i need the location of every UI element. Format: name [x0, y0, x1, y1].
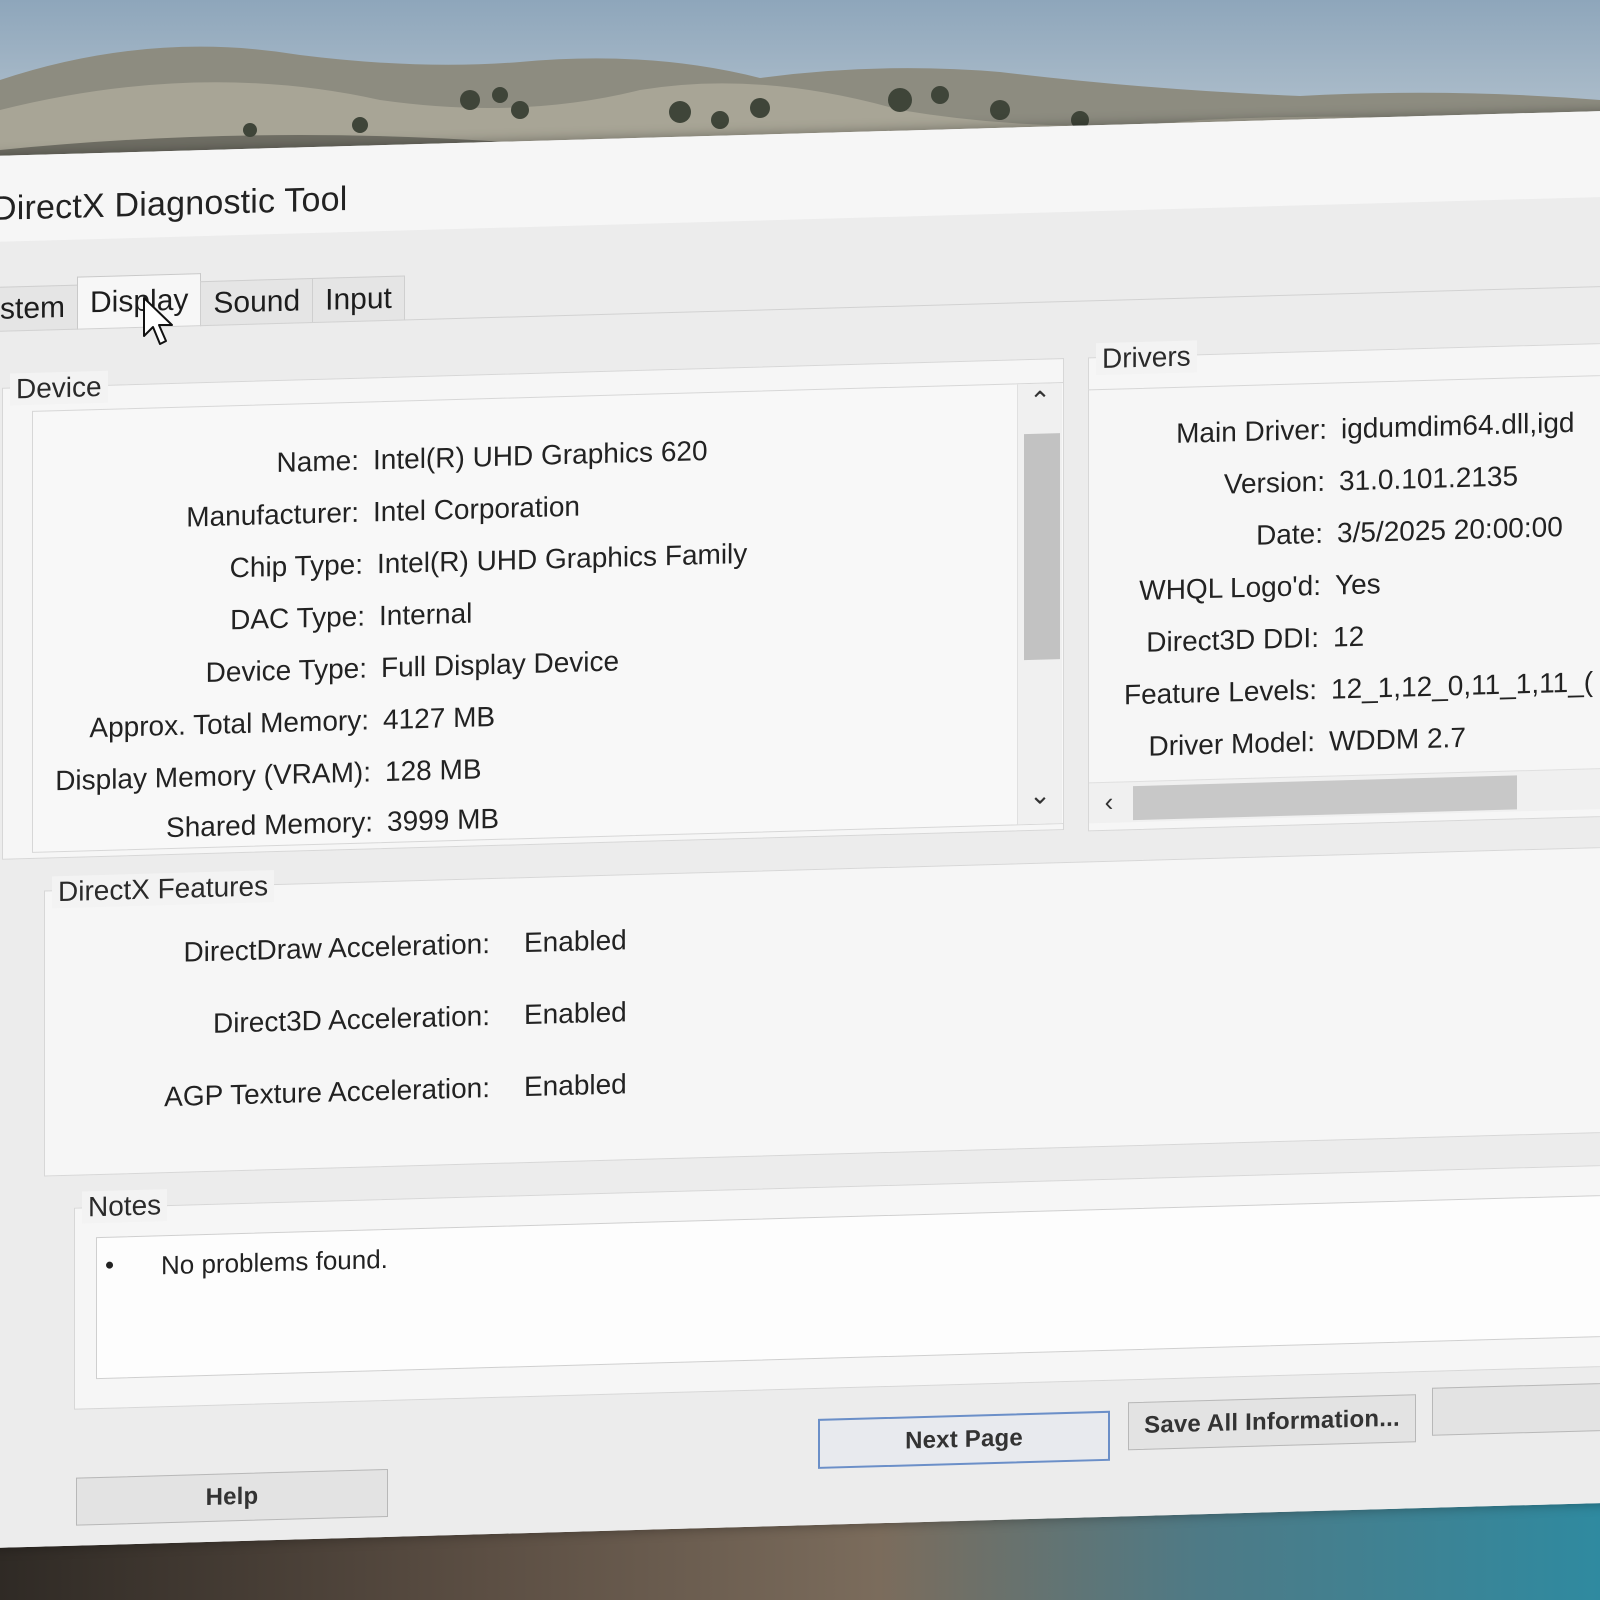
- device-row-total-memory: Approx. Total Memory: 4127 MB: [33, 701, 495, 746]
- driver-row-whql: WHQL Logo'd: Yes: [1089, 568, 1381, 608]
- driver-value-version: 31.0.101.2135: [1339, 460, 1519, 497]
- chevron-up-icon[interactable]: ⌃: [1022, 385, 1058, 417]
- save-all-information-button[interactable]: Save All Information...: [1128, 1394, 1416, 1451]
- driver-key-feature-levels: Feature Levels:: [1124, 673, 1317, 711]
- driver-value-feature-levels: 12_1,12_0,11_1,11_(: [1331, 666, 1594, 705]
- device-value-shared-memory: 3999 MB: [387, 802, 500, 837]
- driver-key-ddi: Direct3D DDI:: [1146, 621, 1319, 658]
- window-client-area: ystem Display Sound Input Device Name: I…: [0, 196, 1600, 1548]
- device-value-vram: 128 MB: [385, 753, 482, 788]
- device-row-dac-type: DAC Type: Internal: [33, 598, 472, 642]
- device-key-name: Name:: [276, 444, 359, 479]
- drivers-list[interactable]: Main Driver: igdumdim64.dll,igd Version:…: [1088, 373, 1600, 832]
- driver-row-ddi: Direct3D DDI: 12: [1089, 621, 1364, 661]
- chevron-left-icon[interactable]: ‹: [1091, 786, 1127, 818]
- driver-value-ddi: 12: [1333, 620, 1365, 653]
- device-key-shared-memory: Shared Memory:: [166, 806, 373, 844]
- device-row-shared-memory: Shared Memory: 3999 MB: [33, 803, 499, 848]
- desktop: DirectX Diagnostic Tool ystem Display So…: [0, 0, 1600, 1600]
- driver-row-main: Main Driver: igdumdim64.dll,igd: [1089, 407, 1574, 453]
- device-group-label: Device: [10, 370, 108, 406]
- feature-value-directdraw: Enabled: [524, 924, 627, 959]
- driver-value-main: igdumdim64.dll,igd: [1341, 406, 1575, 445]
- driver-row-feature-levels: Feature Levels: 12_1,12_0,11_1,11_(: [1089, 666, 1593, 712]
- dxdiag-window: DirectX Diagnostic Tool ystem Display So…: [0, 110, 1600, 1548]
- drivers-scroll-thumb[interactable]: [1133, 775, 1517, 821]
- tab-display[interactable]: Display: [77, 273, 202, 330]
- driver-value-date: 3/5/2025 20:00:00: [1337, 511, 1563, 549]
- driver-key-version: Version:: [1223, 465, 1325, 500]
- device-scroll-thumb[interactable]: [1024, 433, 1060, 661]
- driver-row-date: Date: 3/5/2025 20:00:00: [1089, 511, 1563, 556]
- device-value-dac-type: Internal: [379, 597, 473, 632]
- device-value-manufacturer: Intel Corporation: [373, 490, 581, 528]
- device-key-manufacturer: Manufacturer:: [186, 496, 359, 533]
- drivers-group-label: Drivers: [1096, 340, 1197, 376]
- driver-key-date: Date:: [1256, 517, 1323, 551]
- driver-row-version: Version: 31.0.101.2135: [1089, 460, 1518, 504]
- device-value-name: Intel(R) UHD Graphics 620: [373, 435, 708, 476]
- feature-value-agp: Enabled: [524, 1068, 627, 1103]
- device-row-manufacturer: Manufacturer: Intel Corporation: [33, 491, 580, 538]
- device-list[interactable]: Name: Intel(R) UHD Graphics 620 Manufact…: [32, 382, 1064, 853]
- notes-bullet: •: [105, 1249, 115, 1280]
- driver-key-model: Driver Model:: [1148, 726, 1315, 762]
- driver-value-whql: Yes: [1335, 568, 1381, 601]
- feature-value-direct3d: Enabled: [524, 996, 627, 1031]
- device-key-chip-type: Chip Type:: [229, 548, 363, 584]
- exit-button[interactable]: Ex: [1432, 1380, 1600, 1436]
- window-title: DirectX Diagnostic Tool: [0, 180, 348, 228]
- tab-system[interactable]: ystem: [0, 284, 79, 333]
- next-page-button[interactable]: Next Page: [818, 1410, 1110, 1469]
- driver-row-model: Driver Model: WDDM 2.7: [1089, 722, 1466, 765]
- device-value-device-type: Full Display Device: [381, 645, 620, 684]
- help-button[interactable]: Help: [76, 1468, 388, 1526]
- tab-sound[interactable]: Sound: [200, 278, 314, 327]
- directx-features-label: DirectX Features: [52, 870, 275, 909]
- device-value-total-memory: 4127 MB: [383, 700, 496, 736]
- drivers-horizontal-scrollbar[interactable]: ‹: [1089, 766, 1600, 824]
- mouse-pointer-icon: [143, 297, 173, 345]
- notes-label: Notes: [82, 1189, 168, 1224]
- device-row-vram: Display Memory (VRAM): 128 MB: [33, 753, 482, 798]
- device-key-dac-type: DAC Type:: [230, 600, 365, 636]
- device-key-total-memory: Approx. Total Memory:: [89, 704, 369, 744]
- device-key-device-type: Device Type:: [205, 652, 367, 689]
- device-row-name: Name: Intel(R) UHD Graphics 620: [33, 435, 708, 486]
- tab-strip: ystem Display Sound Input: [0, 268, 405, 333]
- device-row-device-type: Device Type: Full Display Device: [33, 645, 619, 693]
- chevron-down-icon[interactable]: ⌄: [1022, 779, 1058, 811]
- driver-value-model: WDDM 2.7: [1329, 721, 1466, 757]
- device-row-chip-type: Chip Type: Intel(R) UHD Graphics Family: [33, 537, 748, 590]
- device-vertical-scrollbar[interactable]: ⌃ ⌄: [1017, 383, 1062, 825]
- device-key-vram: Display Memory (VRAM):: [55, 756, 371, 797]
- tab-input[interactable]: Input: [312, 275, 405, 324]
- driver-key-whql: WHQL Logo'd:: [1139, 569, 1321, 606]
- device-value-chip-type: Intel(R) UHD Graphics Family: [377, 537, 748, 580]
- notes-text: No problems found.: [161, 1243, 388, 1281]
- driver-key-main: Main Driver:: [1176, 413, 1327, 449]
